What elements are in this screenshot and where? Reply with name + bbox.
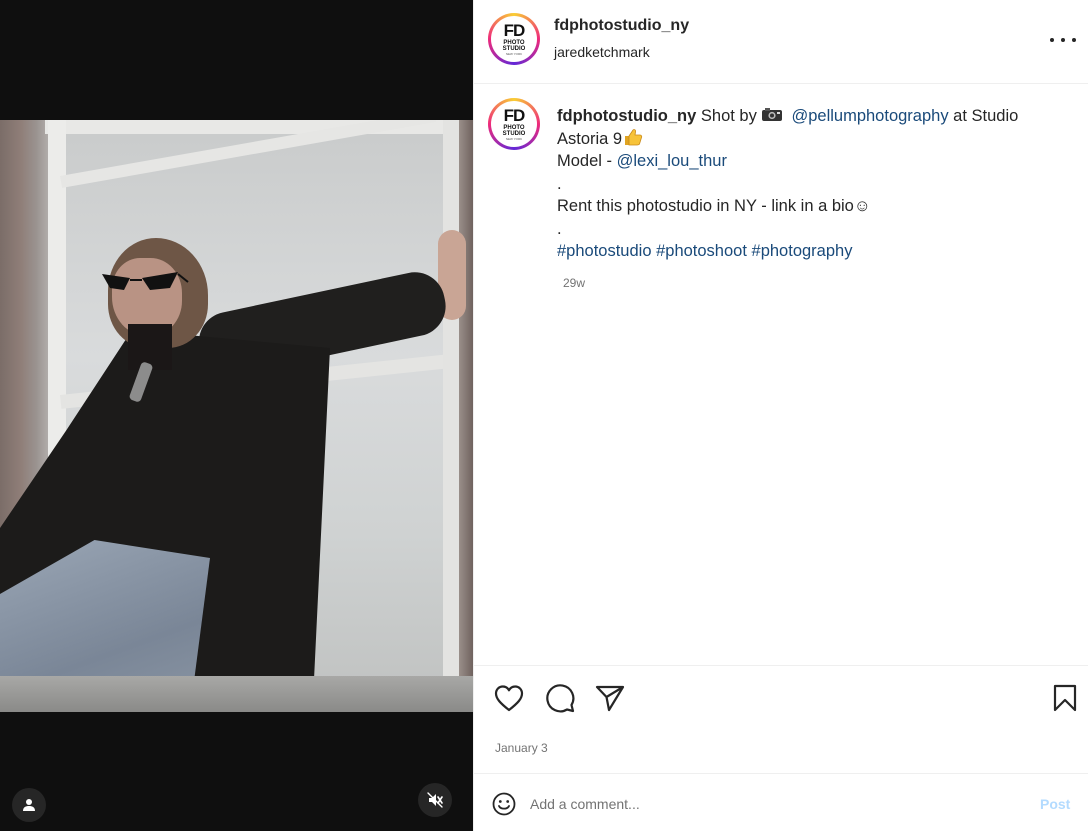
logo-text: FD xyxy=(503,106,526,125)
like-button[interactable] xyxy=(493,682,525,714)
model-label: Model - xyxy=(557,152,613,170)
sunglasses xyxy=(102,272,189,290)
comment-input[interactable] xyxy=(530,790,1010,818)
window-frame-right xyxy=(443,120,459,712)
username-link[interactable]: fdphotostudio_ny xyxy=(554,17,689,35)
post-modal: FD PHOTO STUDIO NEW YORK fdphotostudio_n… xyxy=(0,0,1088,831)
hashtag-link[interactable]: #photoshoot xyxy=(656,242,747,260)
caption-dot: . xyxy=(557,219,562,238)
caption-timestamp[interactable]: 29w xyxy=(563,276,585,290)
comment-composer: Post xyxy=(474,773,1088,831)
caption-username[interactable]: fdphotostudio_ny xyxy=(557,107,696,125)
camera-emoji-icon xyxy=(761,106,783,121)
heart-icon xyxy=(494,685,524,712)
caption-avatar[interactable]: FD PHOTO STUDIO NEW YORK xyxy=(488,98,540,150)
comment-button[interactable] xyxy=(544,682,576,714)
caption-text: fdphotostudio_ny Shot by @pellumphotogra… xyxy=(557,105,1067,263)
post-sidebar: FD PHOTO STUDIO NEW YORK fdphotostudio_n… xyxy=(473,0,1088,831)
logo-text: NEW YORK xyxy=(505,52,523,56)
caption-section: FD PHOTO STUDIO NEW YORK fdphotostudio_n… xyxy=(474,84,1088,665)
profile-avatar[interactable]: FD PHOTO STUDIO NEW YORK xyxy=(488,13,540,65)
tagged-user-link[interactable]: jaredketchmark xyxy=(554,44,650,60)
action-bar: January 3 xyxy=(474,665,1088,773)
caption-dot: . xyxy=(557,174,562,193)
smile-glyph: ☺ xyxy=(853,197,871,215)
rent-text: Rent this photostudio in NY - link in a … xyxy=(557,197,854,215)
hashtag-link[interactable]: #photography xyxy=(752,242,853,260)
media-pane xyxy=(0,0,473,831)
person-icon xyxy=(23,799,35,811)
caption-part: Shot by xyxy=(700,107,757,125)
tagged-users-button[interactable] xyxy=(12,788,46,822)
post-date[interactable]: January 3 xyxy=(495,741,548,755)
more-options-icon[interactable] xyxy=(1050,30,1076,50)
wall-edge xyxy=(459,120,473,712)
post-video[interactable] xyxy=(0,120,473,712)
comment-bubble-icon xyxy=(546,684,575,713)
mention-photographer-link[interactable]: @pellumphotography xyxy=(791,107,948,125)
save-button[interactable] xyxy=(1049,682,1081,714)
logo-text: NEW YORK xyxy=(505,137,523,141)
avatar-logo: FD PHOTO STUDIO NEW YORK xyxy=(491,101,537,147)
muted-speaker-icon xyxy=(427,792,443,808)
window-sill xyxy=(0,676,473,712)
hashtag-link[interactable]: #photostudio xyxy=(557,242,652,260)
logo-text: FD xyxy=(503,21,526,40)
mention-model-link[interactable]: @lexi_lou_thur xyxy=(617,152,727,170)
bookmark-icon xyxy=(1053,684,1077,712)
mute-toggle-button[interactable] xyxy=(418,783,452,817)
thumbs-up-emoji-icon xyxy=(623,128,643,146)
dot xyxy=(1061,38,1065,42)
post-comment-button[interactable]: Post xyxy=(1040,796,1070,812)
dot xyxy=(1050,38,1054,42)
paper-plane-icon xyxy=(595,685,625,712)
avatar-logo: FD PHOTO STUDIO NEW YORK xyxy=(491,16,537,62)
dot xyxy=(1072,38,1076,42)
share-button[interactable] xyxy=(594,682,626,714)
post-header: FD PHOTO STUDIO NEW YORK fdphotostudio_n… xyxy=(474,0,1088,84)
smiley-icon[interactable] xyxy=(491,791,517,817)
